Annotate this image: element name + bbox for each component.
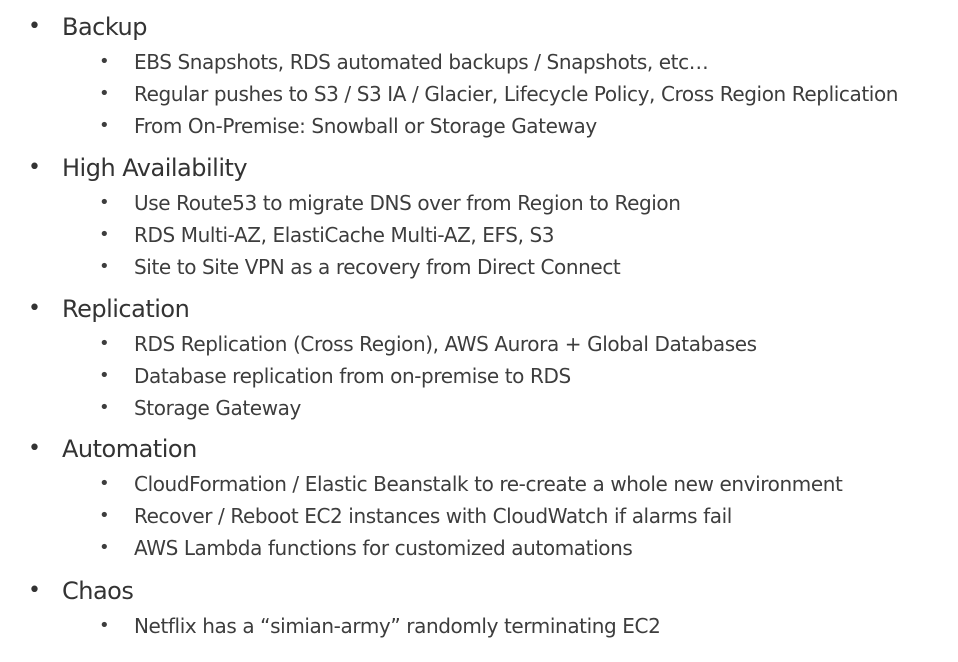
- list-item-text: Regular pushes to S3 / S3 IA / Glacier, …: [134, 82, 899, 106]
- bullet-icon: •: [28, 155, 41, 180]
- list-item: • Storage Gateway: [0, 392, 958, 424]
- heading-row: • Chaos: [0, 576, 958, 606]
- list-item: • Regular pushes to S3 / S3 IA / Glacier…: [0, 78, 958, 110]
- section-backup: • Backup • EBS Snapshots, RDS automated …: [0, 12, 958, 142]
- heading-row: • Backup: [0, 12, 958, 42]
- list-item: • Site to Site VPN as a recovery from Di…: [0, 251, 958, 283]
- section-automation: • Automation • CloudFormation / Elastic …: [0, 434, 958, 564]
- bullet-icon: •: [99, 192, 110, 213]
- bullet-icon: •: [99, 365, 110, 386]
- list-item-text: Recover / Reboot EC2 instances with Clou…: [134, 504, 732, 528]
- heading-row: • Automation: [0, 434, 958, 464]
- bullet-icon: •: [99, 473, 110, 494]
- list-item: • Recover / Reboot EC2 instances with Cl…: [0, 500, 958, 532]
- section-replication: • Replication • RDS Replication (Cross R…: [0, 294, 958, 424]
- bullet-icon: •: [28, 14, 41, 39]
- bullet-icon: •: [99, 256, 110, 277]
- list-item: • RDS Multi-AZ, ElastiCache Multi-AZ, EF…: [0, 219, 958, 251]
- list-item-text: EBS Snapshots, RDS automated backups / S…: [134, 50, 709, 74]
- bullet-icon: •: [99, 51, 110, 72]
- bullet-icon: •: [99, 333, 110, 354]
- section-heading: Replication: [62, 295, 190, 323]
- bullet-icon: •: [99, 537, 110, 558]
- list-item-text: Database replication from on-premise to …: [134, 364, 571, 388]
- bullet-icon: •: [28, 578, 41, 603]
- bullet-icon: •: [99, 83, 110, 104]
- list-item: • Netflix has a “simian-army” randomly t…: [0, 610, 958, 642]
- list-item-text: RDS Multi-AZ, ElastiCache Multi-AZ, EFS,…: [134, 223, 555, 247]
- list-item-text: Site to Site VPN as a recovery from Dire…: [134, 255, 621, 279]
- list-item: • CloudFormation / Elastic Beanstalk to …: [0, 468, 958, 500]
- list-item: • AWS Lambda functions for customized au…: [0, 532, 958, 564]
- section-heading: Automation: [62, 435, 197, 463]
- heading-row: • Replication: [0, 294, 958, 324]
- bullet-icon: •: [28, 296, 41, 321]
- list-item: • RDS Replication (Cross Region), AWS Au…: [0, 328, 958, 360]
- section-chaos: • Chaos • Netflix has a “simian-army” ra…: [0, 576, 958, 642]
- list-item: • Database replication from on-premise t…: [0, 360, 958, 392]
- list-item-text: From On-Premise: Snowball or Storage Gat…: [134, 114, 597, 138]
- bullet-icon: •: [99, 505, 110, 526]
- list-item-text: Use Route53 to migrate DNS over from Reg…: [134, 191, 681, 215]
- slide: • Backup • EBS Snapshots, RDS automated …: [0, 0, 958, 662]
- list-item-text: Netflix has a “simian-army” randomly ter…: [134, 614, 661, 638]
- section-heading: Backup: [62, 13, 147, 41]
- section-heading: Chaos: [62, 577, 134, 605]
- list-item-text: CloudFormation / Elastic Beanstalk to re…: [134, 472, 843, 496]
- list-item: • From On-Premise: Snowball or Storage G…: [0, 110, 958, 142]
- heading-row: • High Availability: [0, 153, 958, 183]
- list-item: • Use Route53 to migrate DNS over from R…: [0, 187, 958, 219]
- bullet-icon: •: [99, 115, 110, 136]
- list-item-text: Storage Gateway: [134, 396, 301, 420]
- list-item-text: RDS Replication (Cross Region), AWS Auro…: [134, 332, 757, 356]
- bullet-icon: •: [99, 615, 110, 636]
- section-heading: High Availability: [62, 154, 248, 182]
- bullet-icon: •: [28, 436, 41, 461]
- section-high-availability: • High Availability • Use Route53 to mig…: [0, 153, 958, 283]
- bullet-icon: •: [99, 397, 110, 418]
- list-item: • EBS Snapshots, RDS automated backups /…: [0, 46, 958, 78]
- list-item-text: AWS Lambda functions for customized auto…: [134, 536, 633, 560]
- bullet-icon: •: [99, 224, 110, 245]
